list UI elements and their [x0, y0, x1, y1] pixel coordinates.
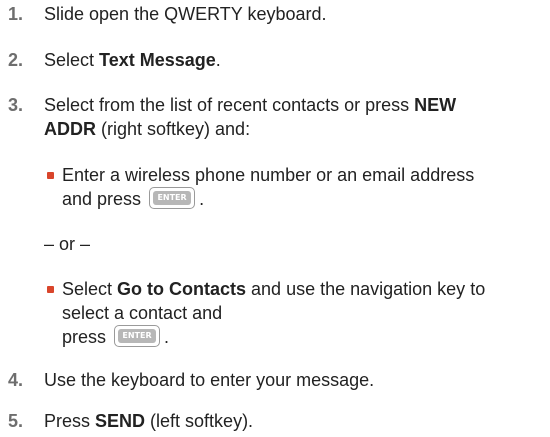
step-text-segment: Slide open the QWERTY keyboard.	[44, 4, 327, 24]
step-text: Select from the list of recent contacts …	[44, 93, 544, 141]
step-text-segment: .	[215, 50, 221, 70]
step-text: Use the keyboard to enter your message.	[44, 368, 544, 392]
step-text-segment: Press	[44, 411, 96, 431]
step-text: Press SEND (left softkey).	[44, 409, 544, 433]
instruction-document: 1. Slide open the QWERTY keyboard. 2. Se…	[0, 0, 550, 437]
step-text: Slide open the QWERTY keyboard.	[44, 2, 544, 26]
sub-item-bold: Go to Contacts	[117, 279, 247, 299]
step-number: 5.	[8, 411, 24, 431]
step-text-bold: Text Message	[99, 50, 216, 70]
sub-item-line: press	[62, 327, 107, 347]
step-text-bold: NEW	[414, 95, 457, 115]
sub-item-text: Enter a wireless phone number or an emai…	[62, 163, 544, 211]
step-text-segment: Use the keyboard to enter your message.	[44, 370, 375, 390]
step-text-segment: (left softkey).	[145, 411, 254, 431]
enter-key-label: ENTER	[118, 328, 156, 343]
enter-key-icon: ENTER	[149, 187, 196, 210]
sub-item-text: Select Go to Contacts and use the naviga…	[62, 277, 544, 349]
step-number: 1.	[8, 4, 24, 24]
step-text-bold: SEND	[95, 411, 146, 431]
sub-item-line: select a contact and	[62, 303, 223, 323]
step-text-segment: Select from the list of recent contacts …	[44, 95, 415, 115]
sub-item-line: Enter a wireless phone number or an emai…	[62, 165, 475, 185]
enter-key-icon: ENTER	[114, 325, 161, 348]
sub-item-line: and press	[62, 189, 142, 209]
sub-item-line: Select	[62, 279, 118, 299]
step-number: 2.	[8, 50, 24, 70]
step-number: 4.	[8, 370, 24, 390]
sub-item-line: and use the navigation key to	[246, 279, 486, 299]
or-separator: – or –	[44, 234, 91, 254]
step-number: 3.	[8, 95, 24, 115]
step-text-segment: (right softkey) and:	[96, 119, 251, 139]
step-text: Select Text Message.	[44, 48, 544, 72]
sub-item-punct: .	[199, 189, 205, 209]
step-text-bold: ADDR	[44, 119, 96, 139]
sub-item-punct: .	[164, 327, 170, 347]
bullet-square-icon	[47, 172, 54, 179]
enter-key-label: ENTER	[153, 190, 191, 205]
step-text-segment: Select	[44, 50, 100, 70]
bullet-square-icon	[47, 286, 54, 293]
